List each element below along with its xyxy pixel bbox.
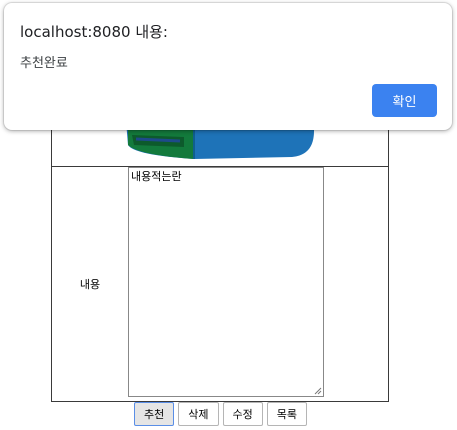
recommend-button[interactable]: 추천 [134, 402, 175, 426]
action-buttons: 추천 삭제 수정 목록 [134, 402, 307, 428]
dialog-message: 추천완료 [20, 56, 68, 71]
content-text: 내용적는란 [131, 170, 182, 183]
alert-dialog: localhost:8080 내용: 추천완료 확인 [4, 3, 452, 130]
delete-button[interactable]: 삭제 [178, 402, 219, 426]
dialog-ok-button[interactable]: 확인 [372, 84, 437, 117]
edit-button[interactable]: 수정 [222, 402, 263, 426]
content-row: 내용 내용적는란 [52, 167, 388, 401]
dialog-title: localhost:8080 내용: [20, 23, 168, 41]
board-detail-table: 내용 내용적는란 [51, 96, 389, 402]
content-textarea[interactable]: 내용적는란 [128, 167, 324, 397]
resize-grip-icon[interactable] [314, 387, 322, 395]
content-label: 내용 [79, 278, 101, 291]
list-button[interactable]: 목록 [266, 402, 307, 426]
